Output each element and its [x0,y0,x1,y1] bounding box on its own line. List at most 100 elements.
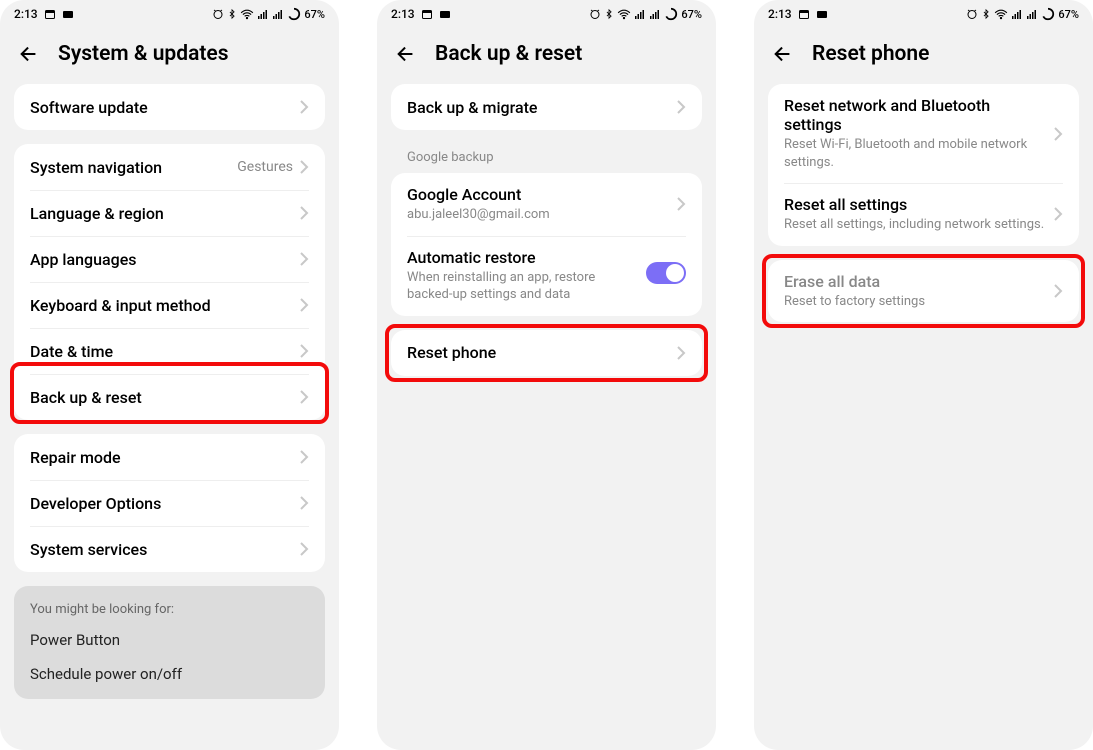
wifi-icon [240,8,254,20]
signal-icon [257,8,269,20]
phone-screen-reset-phone: 2:13 67% Reset phone Reset network and B… [754,0,1093,750]
wifi-icon [994,8,1008,20]
alarm-icon [589,8,601,20]
row-date-time[interactable]: Date & time [14,328,325,374]
chevron-right-icon [299,205,309,221]
calendar-icon [798,8,810,20]
chevron-right-icon [1053,206,1063,222]
row-erase-all-data[interactable]: Erase all data Reset to factory settings [768,260,1079,323]
row-label: Reset all settings [784,195,1045,214]
page-title: System & updates [58,42,229,66]
row-reset-all-settings[interactable]: Reset all settings Reset all settings, i… [768,183,1079,246]
alarm-icon [212,8,224,20]
chevron-right-icon [299,541,309,557]
chevron-right-icon [299,343,309,359]
alarm-icon [966,8,978,20]
section-label-google-backup: Google backup [391,144,702,173]
row-sub: When reinstalling an app, restore backed… [407,269,638,304]
row-developer-options[interactable]: Developer Options [14,480,325,526]
suggestion-card: You might be looking for: Power Button S… [14,586,325,699]
suggestion-item-power-button[interactable]: Power Button [30,631,309,649]
card-google-backup: Google Account abu.jaleel30@gmail.com Au… [391,173,702,316]
row-label: Keyboard & input method [30,296,291,315]
calendar-icon [421,8,433,20]
chevron-right-icon [299,495,309,511]
back-icon[interactable] [18,43,40,65]
chevron-right-icon [299,297,309,313]
row-label: Date & time [30,342,291,361]
suggestion-label: You might be looking for: [30,602,309,617]
row-label: System services [30,540,291,559]
row-sub: Reset all settings, including network se… [784,216,1045,234]
row-sub: Reset to factory settings [784,293,1045,311]
status-time: 2:13 [391,7,415,21]
bluetooth-icon [604,8,614,20]
row-label: Developer Options [30,494,291,513]
header: Back up & reset [377,28,716,84]
page-title: Reset phone [812,42,929,66]
card-erase-all-data: Erase all data Reset to factory settings [768,260,1079,323]
row-system-navigation[interactable]: System navigation Gestures [14,144,325,190]
chevron-right-icon [299,99,309,115]
chevron-right-icon [1053,283,1063,299]
row-app-languages[interactable]: App languages [14,236,325,282]
header: System & updates [0,28,339,84]
row-label: App languages [30,250,291,269]
content: Software update System navigation Gestur… [0,84,339,750]
row-label: Language & region [30,204,291,223]
chevron-right-icon [299,251,309,267]
row-backup-migrate[interactable]: Back up & migrate [391,84,702,130]
header: Reset phone [754,28,1093,84]
row-backup-reset[interactable]: Back up & reset [14,374,325,420]
row-label: Repair mode [30,448,291,467]
row-label: Erase all data [784,272,1045,291]
status-time: 2:13 [14,7,38,21]
row-label: System navigation [30,158,229,177]
phone-screen-system-updates: 2:13 67% System & updates Software updat… [0,0,339,750]
battery-ring-icon [1041,7,1055,21]
row-label: Back up & migrate [407,98,668,117]
row-reset-phone[interactable]: Reset phone [391,330,702,376]
row-keyboard-input[interactable]: Keyboard & input method [14,282,325,328]
row-label: Automatic restore [407,248,638,267]
row-label: Back up & reset [30,388,291,407]
row-repair-mode[interactable]: Repair mode [14,434,325,480]
status-time: 2:13 [768,7,792,21]
signal-icon [634,8,646,20]
row-value: Gestures [237,159,293,175]
content: Reset network and Bluetooth settings Res… [754,84,1093,750]
row-automatic-restore[interactable]: Automatic restore When reinstalling an a… [391,236,702,316]
back-icon[interactable] [772,43,794,65]
bluetooth-icon [227,8,237,20]
row-label: Reset phone [407,343,668,362]
row-label: Google Account [407,185,668,204]
signal2-icon [272,8,284,20]
row-google-account[interactable]: Google Account abu.jaleel30@gmail.com [391,173,702,236]
card-icon [439,9,451,19]
battery-pct: 67% [681,8,702,21]
phone-screen-backup-reset: 2:13 67% Back up & reset Back up & migra… [377,0,716,750]
signal2-icon [1026,8,1038,20]
page-title: Back up & reset [435,42,582,66]
row-sub: abu.jaleel30@gmail.com [407,206,668,224]
row-reset-network[interactable]: Reset network and Bluetooth settings Res… [768,84,1079,183]
chevron-right-icon [299,449,309,465]
chevron-right-icon [676,196,686,212]
chevron-right-icon [676,99,686,115]
row-language-region[interactable]: Language & region [14,190,325,236]
toggle-automatic-restore[interactable] [646,262,686,284]
battery-pct: 67% [1058,8,1079,21]
card-icon [816,9,828,19]
bluetooth-icon [981,8,991,20]
back-icon[interactable] [395,43,417,65]
card-system-group: System navigation Gestures Language & re… [14,144,325,420]
chevron-right-icon [676,345,686,361]
chevron-right-icon [299,159,309,175]
row-software-update[interactable]: Software update [14,84,325,130]
status-bar: 2:13 67% [0,0,339,28]
suggestion-item-schedule-power[interactable]: Schedule power on/off [30,665,309,683]
signal2-icon [649,8,661,20]
card-software-update: Software update [14,84,325,130]
status-bar: 2:13 67% [377,0,716,28]
row-system-services[interactable]: System services [14,526,325,572]
